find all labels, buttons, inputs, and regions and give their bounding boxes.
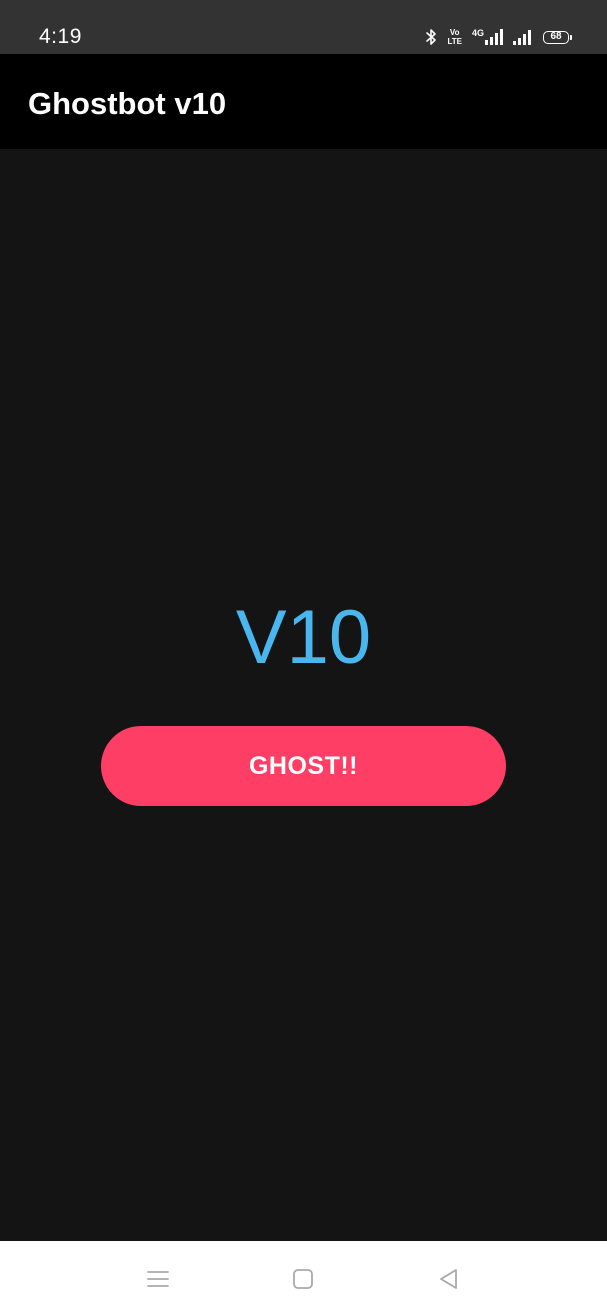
- home-icon[interactable]: [287, 1263, 319, 1295]
- volte-line1: Vo: [449, 28, 460, 37]
- status-bar: 4:19 Vo LTE 4G 68: [0, 0, 607, 54]
- version-label: V10: [235, 595, 372, 680]
- back-icon[interactable]: [432, 1263, 464, 1295]
- recents-icon[interactable]: [142, 1263, 174, 1295]
- network-type-label: 4G: [471, 28, 484, 38]
- volte-line2: LTE: [447, 37, 462, 46]
- app-bar: Ghostbot v10: [0, 54, 607, 149]
- navigation-bar: [0, 1241, 607, 1316]
- status-time: 4:19: [39, 25, 82, 48]
- main-content: [0, 149, 607, 1241]
- signal-4g-icon: 4G: [472, 29, 503, 45]
- status-icons: Vo LTE 4G 68: [425, 24, 572, 50]
- app-title: Ghostbot v10: [28, 86, 227, 121]
- bluetooth-icon: [425, 28, 437, 46]
- signal-icon: [513, 29, 533, 45]
- volte-icon: Vo LTE: [447, 28, 462, 46]
- battery-icon: 68: [543, 30, 572, 44]
- ghost-button[interactable]: GHOST!!: [101, 726, 506, 806]
- battery-level: 68: [550, 31, 562, 42]
